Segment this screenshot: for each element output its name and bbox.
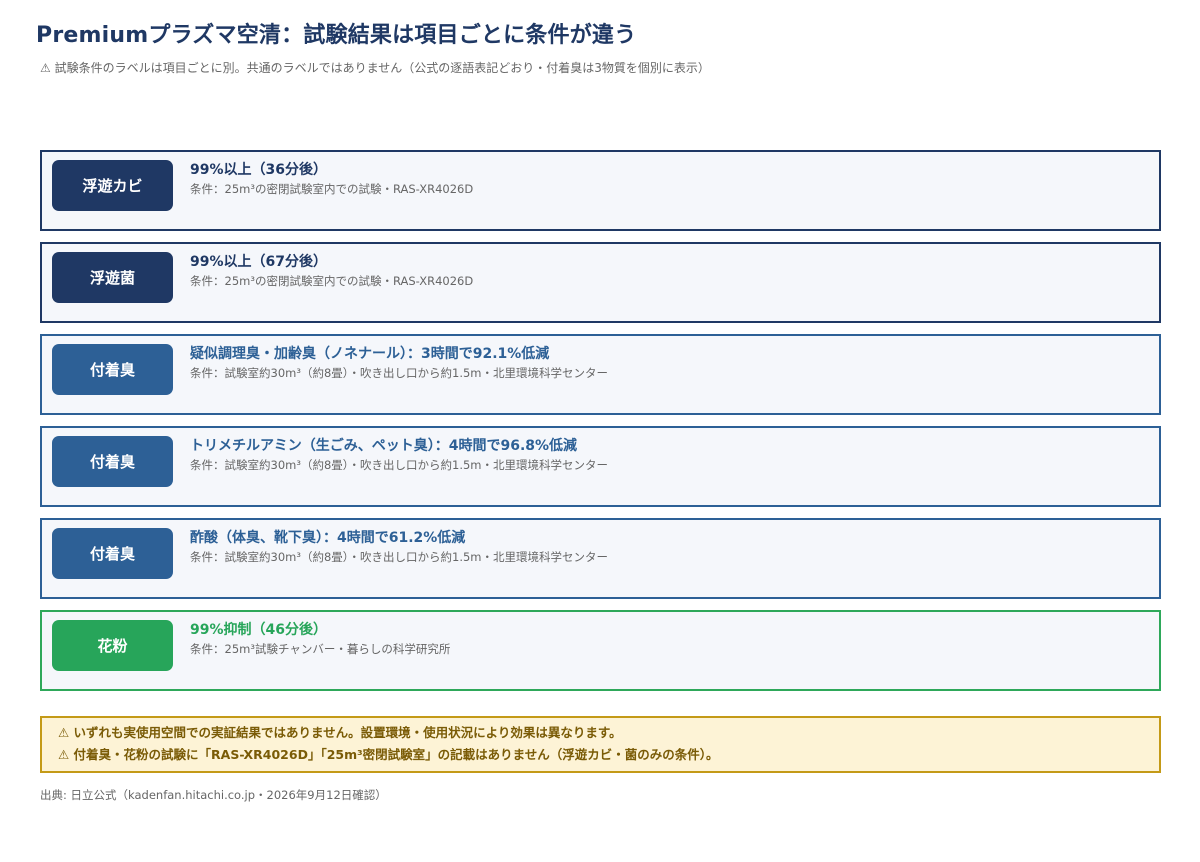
result-text: 99%以上（67分後） bbox=[190, 254, 327, 270]
condition-text: 条件：試験室約30m³（約8畳）・吹き出し口から約1.5m・北里環境科学センター bbox=[190, 550, 608, 564]
result-text: トリメチルアミン（生ごみ、ペット臭）：4時間で96.8%低減 bbox=[190, 438, 578, 454]
source-citation: 出典: 日立公式（kadenfan.hitachi.co.jp・2026年9月1… bbox=[40, 788, 387, 802]
result-card-airborne-mold: 浮遊カビ 99%以上（36分後） 条件：25m³の密閉試験室内での試験・RAS-… bbox=[40, 150, 1161, 231]
result-text: 疑似調理臭・加齢臭（ノネナール）：3時間で92.1%低減 bbox=[190, 346, 550, 362]
category-badge: 付着臭 bbox=[52, 436, 173, 487]
result-text: 99%抑制（46分後） bbox=[190, 622, 327, 638]
result-text: 99%以上（36分後） bbox=[190, 162, 327, 178]
category-badge: 付着臭 bbox=[52, 344, 173, 395]
notice-line-1: ⚠ いずれも実使用空間での実証結果ではありません。設置環境・使用状況により効果は… bbox=[58, 725, 622, 740]
condition-text: 条件：25m³試験チャンバー・暮らしの科学研究所 bbox=[190, 642, 451, 656]
condition-text: 条件：25m³の密閉試験室内での試験・RAS-XR4026D bbox=[190, 274, 474, 288]
result-card-odor-trimethylamine: 付着臭 トリメチルアミン（生ごみ、ペット臭）：4時間で96.8%低減 条件：試験… bbox=[40, 426, 1161, 507]
condition-text: 条件：試験室約30m³（約8畳）・吹き出し口から約1.5m・北里環境科学センター bbox=[190, 458, 608, 472]
result-card-odor-acetic-acid: 付着臭 酢酸（体臭、靴下臭）：4時間で61.2%低減 条件：試験室約30m³（約… bbox=[40, 518, 1161, 599]
category-badge: 浮遊カビ bbox=[52, 160, 173, 211]
result-card-airborne-bacteria: 浮遊菌 99%以上（67分後） 条件：25m³の密閉試験室内での試験・RAS-X… bbox=[40, 242, 1161, 323]
category-badge: 浮遊菌 bbox=[52, 252, 173, 303]
condition-text: 条件：25m³の密閉試験室内での試験・RAS-XR4026D bbox=[190, 182, 474, 196]
notice-line-2: ⚠ 付着臭・花粉の試験に「RAS-XR4026D」「25m³密閉試験室」の記載は… bbox=[58, 747, 719, 762]
page-title: Premiumプラズマ空清：試験結果は項目ごとに条件が違う bbox=[36, 23, 637, 48]
result-text: 酢酸（体臭、靴下臭）：4時間で61.2%低減 bbox=[190, 530, 466, 546]
page-subtitle: ⚠ 試験条件のラベルは項目ごとに別。共通のラベルではありません（公式の逐語表記ど… bbox=[40, 61, 710, 75]
warning-notice: ⚠ いずれも実使用空間での実証結果ではありません。設置環境・使用状況により効果は… bbox=[40, 716, 1161, 773]
result-card-pollen: 花粉 99%抑制（46分後） 条件：25m³試験チャンバー・暮らしの科学研究所 bbox=[40, 610, 1161, 691]
category-badge: 花粉 bbox=[52, 620, 173, 671]
result-card-odor-nonenal: 付着臭 疑似調理臭・加齢臭（ノネナール）：3時間で92.1%低減 条件：試験室約… bbox=[40, 334, 1161, 415]
page: Premiumプラズマ空清：試験結果は項目ごとに条件が違う ⚠ 試験条件のラベル… bbox=[0, 0, 1200, 862]
category-badge: 付着臭 bbox=[52, 528, 173, 579]
condition-text: 条件：試験室約30m³（約8畳）・吹き出し口から約1.5m・北里環境科学センター bbox=[190, 366, 608, 380]
